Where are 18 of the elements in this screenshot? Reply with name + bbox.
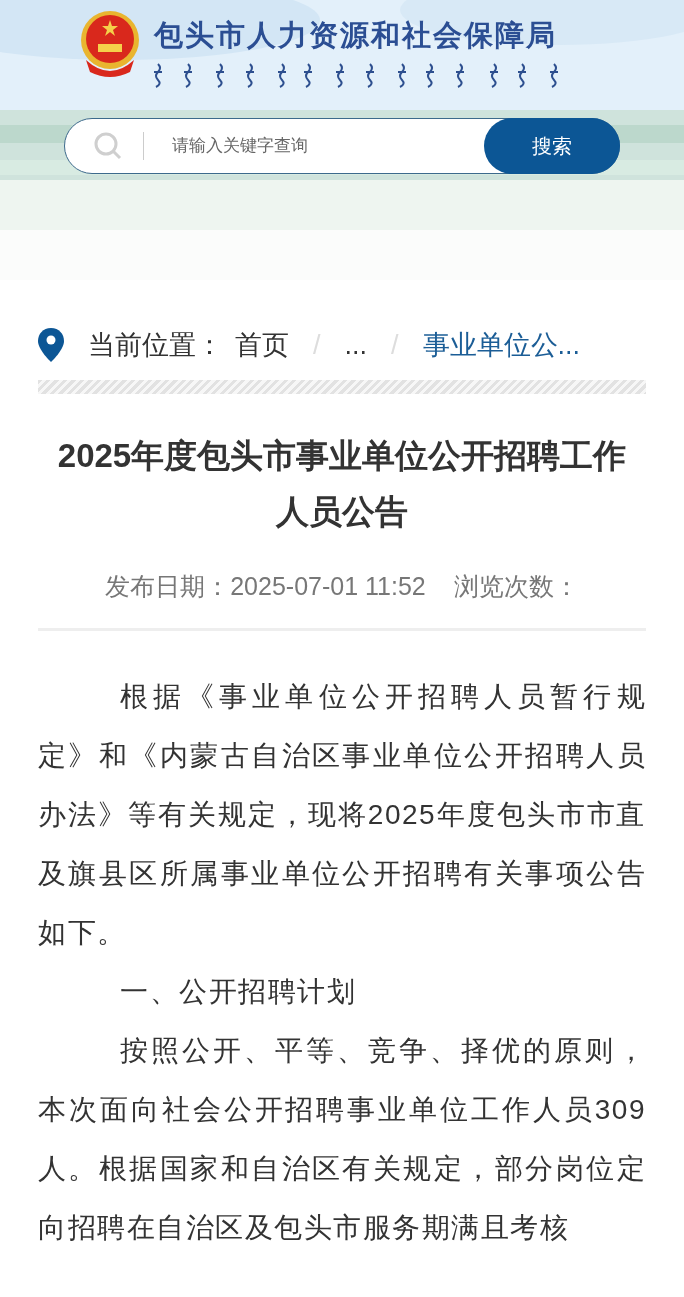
breadcrumb-separator: / (313, 328, 321, 362)
section-heading: 一、公开招聘计划 (119, 974, 357, 1009)
breadcrumb-separator: / (391, 328, 399, 362)
search-button[interactable]: 搜索 (484, 117, 620, 174)
site-title: 包头市人力资源和社会保障局 (154, 18, 558, 53)
breadcrumb-label: 当前位置： (88, 328, 223, 362)
location-pin-icon (38, 328, 64, 362)
article-meta: 浏览次数： (453, 571, 579, 602)
search-field[interactable]: 请输入关键字查询 搜索 (64, 117, 620, 174)
search-icon (93, 130, 123, 161)
article-title: 2025年度包头市事业单位公开招聘工作人员公告 (56, 436, 628, 532)
breadcrumb-link[interactable]: 首页 (235, 324, 289, 366)
emblem-icon (78, 10, 142, 78)
body-paragraph: 按照公开、平等、竞争、择优的原则，本次面向社会公开招聘事业单位工作人员309人。根据国家和自治区有关规定，部分岗位定向招聘在自治区及包头市服务期满且考核 (38, 1033, 646, 1245)
article-meta: 发布日期：2025-07-01 11:52 (105, 571, 426, 602)
breadcrumb-link[interactable]: 事业单位公... (422, 324, 581, 366)
body-paragraph: 根据《事业单位公开招聘人员暂行规定》和《内蒙古自治区事业单位公开招聘人员办法》等有关规定，现将2025年度包头市市直及旗县区所属事业单位公开招聘有关事项公告如下。 (38, 679, 646, 950)
breadcrumb-link[interactable]: ... (344, 324, 368, 366)
